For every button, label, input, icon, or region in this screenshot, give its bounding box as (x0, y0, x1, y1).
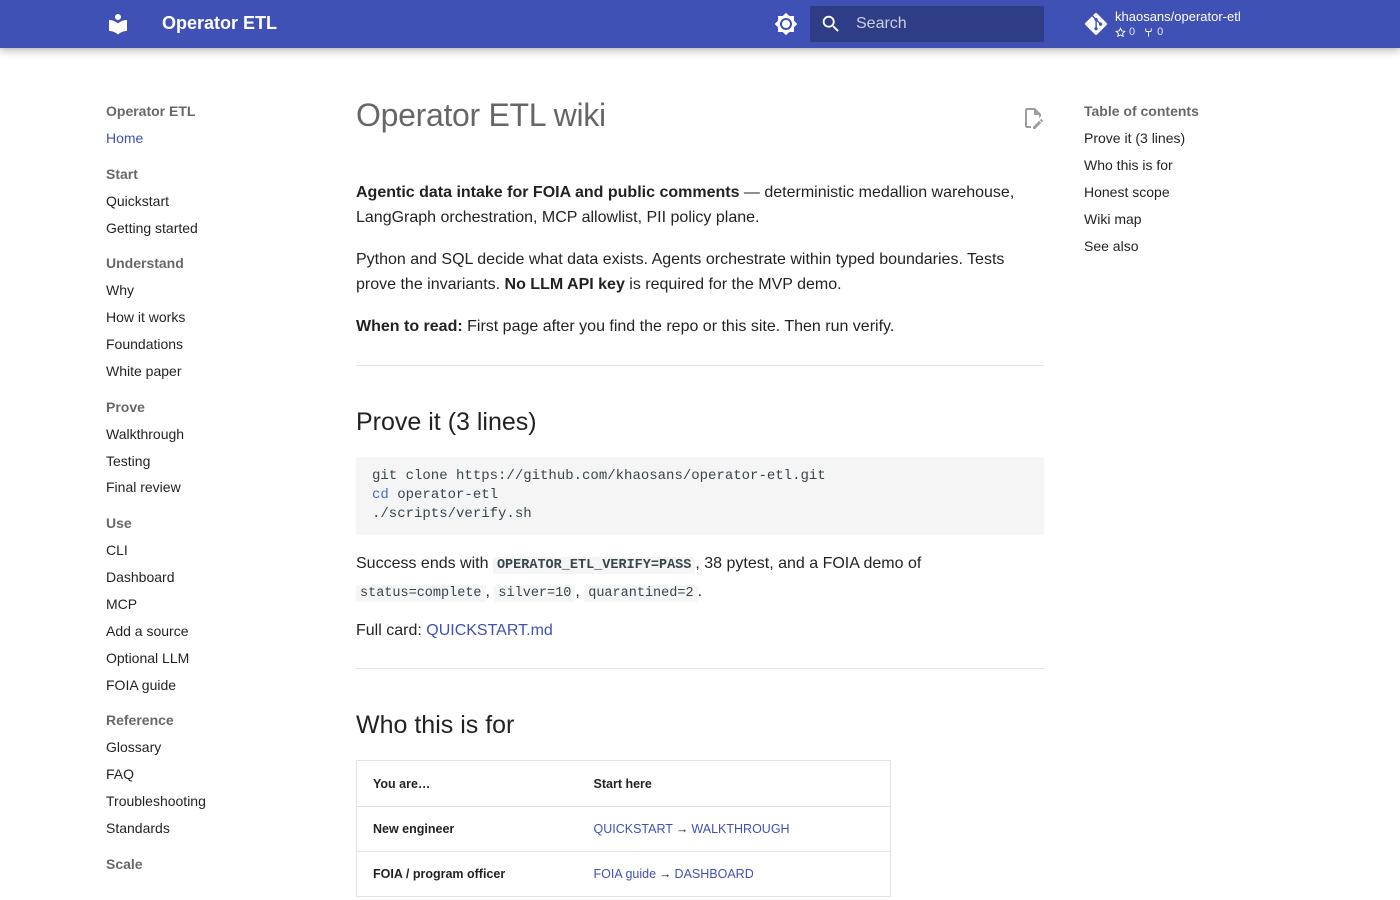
no-llm-key-bold: No LLM API key (504, 276, 625, 293)
inline-code-silver: silver=10 (494, 585, 576, 602)
separator: , (575, 583, 585, 600)
code-line: git clone https://github.com/khaosans/op… (372, 468, 826, 484)
when-to-read-paragraph: When to read: First page after you find … (356, 314, 1046, 339)
toc-item-prove-it[interactable]: Prove it (3 lines) (1084, 130, 1185, 146)
separator: . (697, 583, 703, 600)
nav-item-white-paper[interactable]: White paper (106, 363, 181, 379)
nav-section-use[interactable]: Use (106, 515, 132, 531)
principles-paragraph: Python and SQL decide what data exists. … (356, 247, 1046, 297)
code-line: ./scripts/verify.sh (372, 506, 532, 522)
nav-item-optional-llm[interactable]: Optional LLM (106, 650, 189, 666)
code-block[interactable]: git clone https://github.com/khaosans/op… (356, 457, 1044, 535)
nav-item-troubleshooting[interactable]: Troubleshooting (106, 793, 206, 809)
success-paragraph: Success ends with OPERATOR_ETL_VERIFY=PA… (356, 551, 1046, 607)
divider (356, 668, 1044, 669)
nav-item-why[interactable]: Why (106, 282, 134, 298)
nav-item-how-it-works[interactable]: How it works (106, 309, 185, 325)
nav-item-glossary[interactable]: Glossary (106, 739, 161, 755)
code-text: operator-etl (388, 487, 499, 503)
intro-bold: Agentic data intake for FOIA and public … (356, 184, 740, 201)
nav-item-walkthrough[interactable]: Walkthrough (106, 426, 184, 442)
stars-count: 0 (1115, 26, 1135, 38)
repo-link[interactable]: khaosans/operator-etl 0 0 (1085, 8, 1385, 42)
heading-prove-it: Prove it (3 lines) (356, 408, 537, 436)
nav-item-quickstart[interactable]: Quickstart (106, 193, 169, 209)
edit-page-icon[interactable] (1021, 106, 1045, 130)
nav-item-foundations[interactable]: Foundations (106, 336, 183, 352)
search-icon (822, 15, 839, 32)
table-cell: New engineer (356, 806, 578, 852)
table-header-row: You are… Start here (356, 760, 891, 807)
nav-item-cli[interactable]: CLI (106, 542, 128, 558)
page-title: Operator ETL wiki (356, 97, 606, 133)
toc-item-honest-scope[interactable]: Honest scope (1084, 184, 1170, 200)
repo-name: khaosans/operator-etl (1115, 9, 1241, 24)
nav-section-reference[interactable]: Reference (106, 712, 174, 728)
brightness-toggle-icon[interactable] (774, 12, 798, 36)
nav-item-standards[interactable]: Standards (106, 820, 170, 836)
toc-item-who-this-is-for[interactable]: Who this is for (1084, 157, 1173, 173)
nav-section-prove[interactable]: Prove (106, 399, 145, 415)
arrow: → (659, 867, 672, 881)
nav-section-start[interactable]: Start (106, 166, 138, 182)
arrow: → (675, 822, 689, 836)
quickstart-md-link[interactable]: QUICKSTART.md (426, 622, 553, 639)
table-cell: QUICKSTART → WALKTHROUGH (577, 806, 891, 852)
search-box[interactable] (810, 6, 1044, 42)
nav-item-dashboard[interactable]: Dashboard (106, 569, 175, 585)
full-card-label: Full card: (356, 622, 427, 639)
when-to-read-label: When to read: (356, 318, 463, 335)
nav-item-home[interactable]: Home (106, 130, 143, 146)
toc-item-wiki-map[interactable]: Wiki map (1084, 211, 1142, 227)
foia-guide-link[interactable]: FOIA guide (594, 867, 657, 881)
forks-count: 0 (1143, 26, 1163, 38)
dashboard-link[interactable]: DASHBOARD (675, 867, 754, 881)
nav-item-foia-guide[interactable]: FOIA guide (106, 677, 176, 693)
toc-title: Table of contents (1084, 103, 1199, 119)
nav-item-testing[interactable]: Testing (106, 453, 150, 469)
quickstart-link[interactable]: QUICKSTART (594, 822, 673, 836)
table-header: You are… (356, 760, 578, 807)
star-icon (1115, 26, 1126, 37)
table-cell: FOIA / program officer (356, 851, 578, 897)
intro-paragraph: Agentic data intake for FOIA and public … (356, 180, 1046, 230)
success-text-a: Success ends with (356, 555, 493, 572)
nav-item-add-a-source[interactable]: Add a source (106, 623, 189, 639)
when-to-read-text: First page after you find the repo or th… (462, 318, 895, 335)
audience-table: You are… Start here New engineer QUICKST… (356, 760, 891, 897)
inline-code-status: status=complete (356, 585, 486, 602)
nav-item-faq[interactable]: FAQ (106, 766, 134, 782)
repo-facts: 0 0 (1115, 26, 1163, 38)
search-input[interactable] (854, 6, 1040, 42)
nav-title: Operator ETL (106, 103, 196, 119)
fork-icon (1145, 27, 1152, 37)
table-cell: FOIA guide → DASHBOARD (577, 851, 891, 897)
code-keyword: cd (372, 487, 389, 503)
principles-text-b: is required for the MVP demo. (624, 276, 842, 293)
book-logo-icon[interactable] (106, 12, 130, 36)
inline-code-quarantined: quarantined=2 (584, 585, 698, 602)
full-card-paragraph: Full card: QUICKSTART.md (356, 618, 1046, 643)
nav-item-getting-started[interactable]: Getting started (106, 220, 198, 236)
heading-who-this-is-for: Who this is for (356, 711, 515, 739)
walkthrough-link[interactable]: WALKTHROUGH (691, 822, 789, 836)
inline-code-verify-pass: OPERATOR_ETL_VERIFY=PASS (492, 557, 696, 574)
git-icon (1085, 13, 1107, 35)
toc-item-see-also[interactable]: See also (1084, 238, 1138, 254)
table-row: FOIA / program officer FOIA guide → DASHBO… (356, 851, 891, 897)
table-row: New engineer QUICKSTART → WALKTHROUGH (356, 806, 891, 852)
success-text-b: , 38 pytest, and a FOIA demo of (695, 555, 922, 572)
top-header: Operator ETL khaosans/operator-etl 0 0 (0, 0, 1400, 48)
nav-section-understand[interactable]: Understand (106, 255, 184, 271)
divider (356, 365, 1044, 366)
code-line: cd operator-etl (372, 486, 1028, 505)
site-title[interactable]: Operator ETL (162, 13, 277, 34)
nav-item-final-review[interactable]: Final review (106, 479, 181, 495)
nav-section-scale[interactable]: Scale (106, 856, 143, 872)
table-header: Start here (577, 760, 891, 807)
nav-item-mcp[interactable]: MCP (106, 596, 137, 612)
